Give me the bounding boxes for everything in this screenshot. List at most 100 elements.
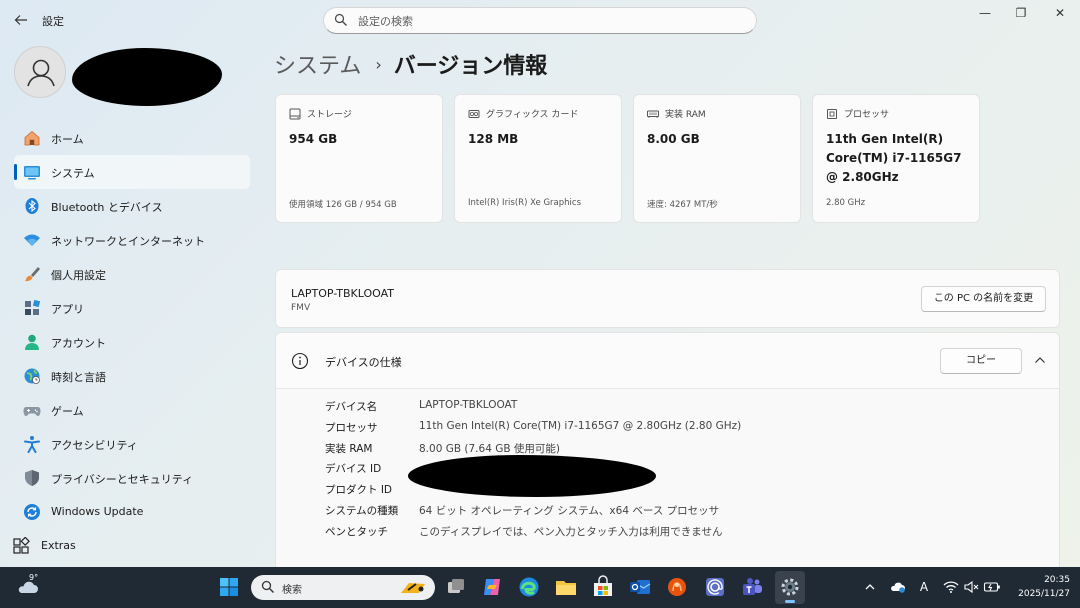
ram-card[interactable]: 実装 RAM 8.00 GB 速度: 4267 MT/秒 bbox=[633, 94, 801, 223]
breadcrumb-parent[interactable]: システム bbox=[274, 54, 361, 79]
mail-app-icon[interactable] bbox=[703, 575, 727, 599]
card-label: グラフィックス カード bbox=[486, 110, 579, 120]
windows-update-icon bbox=[24, 504, 40, 520]
sidebar-item-windows-update[interactable]: Windows Update bbox=[14, 495, 250, 529]
sidebar-item-accessibility[interactable]: アクセシビリティ bbox=[14, 427, 250, 461]
sidebar-item-extras[interactable]: Extras bbox=[13, 529, 250, 563]
wifi-icon bbox=[943, 581, 959, 593]
sidebar-item-label: Windows Update bbox=[51, 505, 144, 518]
redacted-user-name bbox=[72, 48, 222, 106]
sidebar-item-privacy[interactable]: プライバシーとセキュリティ bbox=[14, 461, 250, 495]
spec-key: プロダクト ID bbox=[325, 484, 393, 497]
settings-gear-icon bbox=[781, 578, 799, 596]
sidebar-item-label: アクセシビリティ bbox=[51, 439, 138, 452]
card-subtext: 使用領域 126 GB / 954 GB bbox=[289, 200, 397, 210]
task-view-icon[interactable] bbox=[444, 575, 468, 599]
rename-pc-button[interactable]: この PC の名前を変更 bbox=[921, 286, 1046, 312]
spec-value: LAPTOP-TBKLOOAT bbox=[419, 399, 518, 411]
card-label: 実装 RAM bbox=[665, 110, 706, 120]
search-input[interactable] bbox=[358, 12, 738, 30]
system-icon bbox=[24, 166, 40, 180]
sidebar-item-account[interactable]: アカウント bbox=[14, 325, 250, 359]
back-arrow-icon bbox=[14, 15, 27, 25]
sidebar-item-bluetooth[interactable]: Bluetooth とデバイス bbox=[14, 189, 250, 223]
search-highlight-icon bbox=[401, 583, 425, 593]
pc-name-panel: LAPTOP-TBKLOOAT FMV この PC の名前を変更 bbox=[275, 269, 1060, 328]
sidebar-item-label: プライバシーとセキュリティ bbox=[51, 473, 194, 486]
sidebar-item-label: システム bbox=[51, 167, 95, 180]
card-label: プロセッサ bbox=[844, 110, 890, 120]
search-icon bbox=[334, 13, 347, 26]
apps-icon bbox=[25, 299, 41, 315]
spec-value: 8.00 GB (7.64 GB 使用可能) bbox=[419, 442, 560, 455]
sidebar-item-apps[interactable]: アプリ bbox=[14, 291, 250, 325]
processor-card[interactable]: プロセッサ 11th Gen Intel(R) Core(TM) i7-1165… bbox=[812, 94, 980, 223]
minimize-button[interactable]: — bbox=[968, 4, 1002, 24]
outlook-icon[interactable] bbox=[628, 575, 652, 599]
chevron-up-icon bbox=[865, 584, 875, 590]
cloud-icon bbox=[891, 582, 905, 593]
sidebar-item-label: Bluetooth とデバイス bbox=[51, 201, 163, 214]
taskbar-search[interactable]: 検索 bbox=[251, 575, 435, 600]
home-icon bbox=[24, 130, 40, 146]
graphics-card-icon bbox=[468, 110, 480, 118]
sidebar-item-label: ホーム bbox=[51, 133, 84, 146]
weather-temperature: 9° bbox=[29, 573, 39, 582]
file-explorer-icon[interactable] bbox=[554, 575, 578, 599]
spec-value: このディスプレイでは、ペン入力とタッチ入力は利用できません bbox=[419, 525, 723, 538]
storage-icon bbox=[289, 108, 301, 120]
accessibility-icon bbox=[24, 436, 40, 453]
sidebar-item-gaming[interactable]: ゲーム bbox=[14, 393, 250, 427]
sidebar-nav: ホーム システム Bluetooth とデバイス ネットワークとインターネット … bbox=[13, 121, 250, 563]
device-specs-header[interactable]: デバイスの仕様 コピー bbox=[276, 333, 1059, 389]
settings-search[interactable] bbox=[323, 7, 757, 34]
onedrive-tray[interactable] bbox=[888, 579, 908, 595]
graphics-card[interactable]: グラフィックス カード 128 MB Intel(R) Iris(R) Xe G… bbox=[454, 94, 622, 223]
copilot-icon[interactable] bbox=[480, 575, 504, 599]
battery-tray[interactable] bbox=[982, 579, 1002, 595]
card-value: 8.00 GB bbox=[647, 132, 700, 146]
redacted-ids bbox=[408, 455, 656, 497]
maximize-button[interactable]: ❐ bbox=[1004, 4, 1038, 24]
ime-indicator[interactable]: A bbox=[914, 579, 934, 595]
edge-icon[interactable] bbox=[517, 575, 541, 599]
taskbar: 9° 検索 A 20:35 2025/11/27 bbox=[0, 567, 1080, 608]
time-language-icon bbox=[24, 368, 40, 384]
system-clock[interactable]: 20:35 2025/11/27 bbox=[1008, 573, 1070, 601]
close-button[interactable]: ✕ bbox=[1043, 4, 1077, 24]
tray-overflow-chevron[interactable] bbox=[862, 579, 878, 595]
sidebar-item-home[interactable]: ホーム bbox=[14, 121, 250, 155]
card-subtext: 2.80 GHz bbox=[826, 198, 866, 208]
ram-icon bbox=[647, 110, 659, 118]
wifi-tray[interactable] bbox=[942, 579, 960, 595]
card-subtext: 速度: 4267 MT/秒 bbox=[647, 200, 718, 210]
sidebar-item-label: アプリ bbox=[51, 303, 84, 316]
breadcrumb-separator: › bbox=[375, 55, 382, 74]
storage-card[interactable]: ストレージ 954 GB 使用領域 126 GB / 954 GB bbox=[275, 94, 443, 223]
teams-icon[interactable] bbox=[740, 575, 764, 599]
microsoft-store-icon[interactable] bbox=[591, 575, 615, 599]
copy-button[interactable]: コピー bbox=[940, 348, 1022, 374]
user-icon bbox=[27, 59, 55, 87]
back-button[interactable] bbox=[10, 9, 32, 31]
bluetooth-icon bbox=[25, 198, 39, 214]
account-icon bbox=[25, 334, 39, 350]
page-title: バージョン情報 bbox=[393, 54, 548, 79]
office-app-icon[interactable] bbox=[665, 575, 689, 599]
sidebar-item-system[interactable]: システム bbox=[14, 155, 250, 189]
sidebar-item-time-language[interactable]: 時刻と言語 bbox=[14, 359, 250, 393]
shield-icon bbox=[25, 470, 39, 486]
sidebar-item-label: ネットワークとインターネット bbox=[51, 235, 205, 248]
sidebar-item-personalization[interactable]: 個人用設定 bbox=[14, 257, 250, 291]
network-icon bbox=[24, 234, 40, 246]
card-subtext: Intel(R) Iris(R) Xe Graphics bbox=[468, 198, 581, 208]
spec-key: 実装 RAM bbox=[325, 442, 373, 455]
settings-taskbar-button[interactable] bbox=[775, 571, 805, 604]
volume-muted-icon bbox=[964, 580, 979, 594]
start-icon[interactable] bbox=[217, 575, 241, 599]
chevron-up-icon[interactable] bbox=[1032, 352, 1048, 368]
sidebar-item-network[interactable]: ネットワークとインターネット bbox=[14, 223, 250, 257]
volume-tray[interactable] bbox=[962, 579, 980, 595]
search-icon bbox=[261, 580, 274, 593]
settings-window: 設定 — ❐ ✕ ホーム システム Bluetooth とデバイス ネ bbox=[0, 0, 1080, 567]
